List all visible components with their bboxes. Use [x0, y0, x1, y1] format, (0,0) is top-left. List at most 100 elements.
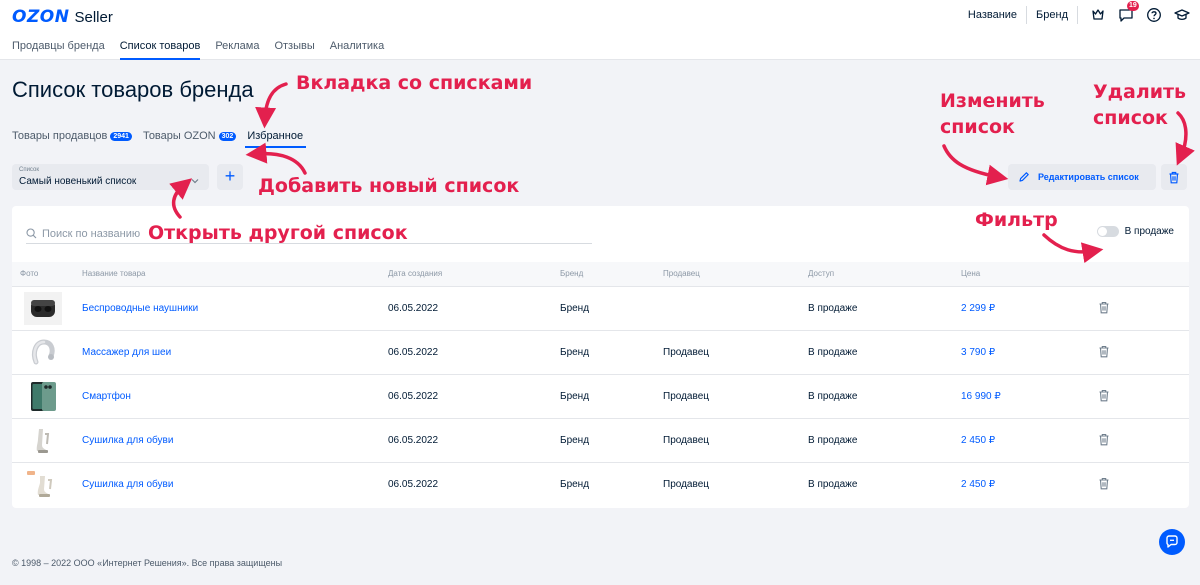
table-row[interactable]: Беспроводные наушники 06.05.2022 Бренд В…	[12, 286, 1189, 330]
top-bar: OZON Seller Продавцы бренда Список товар…	[0, 0, 1200, 60]
product-photo-smartphone[interactable]	[24, 380, 62, 413]
nav-product-list[interactable]: Список товаров	[119, 40, 200, 60]
annotation-edit-line2: список	[940, 116, 1015, 138]
product-access: В продаже	[808, 479, 858, 490]
chat-icon[interactable]: 19	[1118, 1, 1139, 23]
tab-count-badge: 302	[218, 131, 237, 141]
product-photo-neck-massager[interactable]	[24, 336, 62, 369]
product-name-link[interactable]: Массажер для шеи	[82, 347, 171, 358]
product-brand: Бренд	[560, 391, 590, 402]
column-header-price[interactable]: Цена	[961, 269, 980, 278]
product-seller: Продавец	[663, 347, 709, 358]
edit-list-button[interactable]: Редактировать список	[1008, 164, 1156, 190]
trash-icon[interactable]	[1098, 389, 1110, 405]
tab-count-badge: 2941	[110, 131, 132, 141]
column-header-date[interactable]: Дата создания	[388, 269, 442, 278]
annotation-open-list: Открыть другой список	[148, 222, 408, 244]
product-brand: Бренд	[560, 435, 590, 446]
ozon-seller-logo[interactable]: OZON Seller	[12, 7, 113, 27]
product-photo-shoe-dryer[interactable]	[24, 468, 62, 501]
product-date: 06.05.2022	[388, 347, 439, 358]
product-name-link[interactable]: Сушилка для обуви	[82, 435, 173, 446]
product-name-link[interactable]: Смартфон	[82, 391, 131, 402]
annotation-delete-line2: список	[1093, 107, 1168, 129]
table-row[interactable]: Массажер для шеи 06.05.2022 Бренд Продав…	[12, 330, 1189, 374]
product-seller: Продавец	[663, 479, 709, 490]
annotation-delete-list: Удалить список	[1093, 79, 1186, 131]
on-sale-toggle[interactable]	[1096, 226, 1119, 237]
search-icon	[26, 228, 37, 239]
tab-favorites[interactable]: Избранное	[245, 126, 306, 148]
nav-reviews[interactable]: Отзывы	[274, 40, 314, 60]
tab-label: Избранное	[247, 130, 304, 142]
trash-icon[interactable]	[1098, 477, 1110, 493]
logo-brand: OZON	[12, 7, 70, 27]
arrow-to-edit-button	[942, 144, 1009, 186]
tab-label: Товары OZON	[142, 130, 216, 142]
on-sale-label: В продаже	[1124, 226, 1174, 237]
product-date: 06.05.2022	[388, 479, 439, 490]
search-placeholder: Поиск по названию	[42, 227, 141, 240]
chevron-down-icon	[191, 172, 199, 184]
table-header: Фото Название товара Дата создания Бренд…	[12, 262, 1189, 286]
trash-icon[interactable]	[1098, 433, 1110, 449]
product-access: В продаже	[808, 435, 858, 446]
support-chat-button[interactable]	[1159, 529, 1185, 555]
add-list-button[interactable]: +	[217, 164, 243, 190]
product-price[interactable]: 2 450 ₽	[961, 435, 995, 446]
brand-link[interactable]: Бренд	[1027, 6, 1078, 24]
pencil-icon	[1019, 172, 1029, 182]
list-select-label: Список	[19, 167, 39, 173]
product-photo-shoe-dryer[interactable]	[24, 424, 62, 457]
notifications-badge: 19	[1127, 1, 1139, 11]
nav-ads[interactable]: Реклама	[215, 40, 259, 60]
product-date: 06.05.2022	[388, 391, 439, 402]
crown-icon[interactable]	[1090, 7, 1106, 23]
product-access: В продаже	[808, 303, 858, 314]
table-row[interactable]: Сушилка для обуви 06.05.2022 Бренд Прода…	[12, 418, 1189, 462]
product-tabs: Товары продавцов 2941 Товары OZON 302 Из…	[12, 126, 314, 148]
product-access: В продаже	[808, 391, 858, 402]
delete-list-button[interactable]	[1161, 164, 1187, 190]
column-header-brand[interactable]: Бренд	[560, 269, 583, 278]
nav-analytics[interactable]: Аналитика	[330, 40, 384, 60]
arrow-to-favorites-tab	[255, 82, 288, 129]
list-select[interactable]: Список Самый новенький список	[12, 164, 209, 190]
table-row[interactable]: Смартфон 06.05.2022 Бренд Продавец В про…	[12, 374, 1189, 418]
product-seller: Продавец	[663, 391, 709, 402]
arrow-to-add-button	[245, 142, 307, 175]
product-seller: Продавец	[663, 435, 709, 446]
annotation-edit-line1: Изменить	[940, 90, 1045, 112]
on-sale-filter[interactable]: В продаже	[1096, 226, 1174, 237]
table-row[interactable]: Сушилка для обуви 06.05.2022 Бренд Прода…	[12, 462, 1189, 506]
product-photo-earbuds[interactable]	[24, 292, 62, 325]
annotation-delete-line1: Удалить	[1093, 81, 1187, 103]
company-name-link[interactable]: Название	[959, 6, 1028, 24]
column-header-seller[interactable]: Продавец	[663, 269, 700, 278]
product-price[interactable]: 2 299 ₽	[961, 303, 995, 314]
annotation-add-list: Добавить новый список	[258, 175, 520, 197]
tab-label: Товары продавцов	[12, 130, 108, 142]
annotation-filter: Фильтр	[975, 209, 1058, 231]
annotation-edit-list: Изменить список	[940, 88, 1045, 140]
tab-ozon-products[interactable]: Товары OZON 302	[142, 126, 237, 146]
product-date: 06.05.2022	[388, 303, 439, 314]
header-actions: Название Бренд 19	[959, 1, 1190, 24]
product-price[interactable]: 2 450 ₽	[961, 479, 995, 490]
annotation-tab-lists: Вкладка со списками	[296, 72, 533, 94]
column-header-access[interactable]: Доступ	[808, 269, 834, 278]
product-brand: Бренд	[560, 347, 590, 358]
nav-brand-sellers[interactable]: Продавцы бренда	[12, 40, 105, 60]
product-price[interactable]: 3 790 ₽	[961, 347, 995, 358]
trash-icon[interactable]	[1098, 345, 1110, 361]
product-price[interactable]: 16 990 ₽	[961, 391, 1001, 402]
product-name-link[interactable]: Беспроводные наушники	[82, 303, 198, 314]
education-icon[interactable]	[1174, 7, 1190, 23]
tab-seller-products[interactable]: Товары продавцов 2941	[12, 126, 132, 146]
product-name-link[interactable]: Сушилка для обуви	[82, 479, 173, 490]
products-table-card: Поиск по названию В продаже Фото Названи…	[12, 206, 1189, 508]
column-header-name[interactable]: Название товара	[82, 269, 146, 278]
trash-icon[interactable]	[1098, 301, 1110, 317]
help-icon[interactable]	[1146, 7, 1162, 23]
list-select-value: Самый новенький список	[19, 176, 137, 187]
